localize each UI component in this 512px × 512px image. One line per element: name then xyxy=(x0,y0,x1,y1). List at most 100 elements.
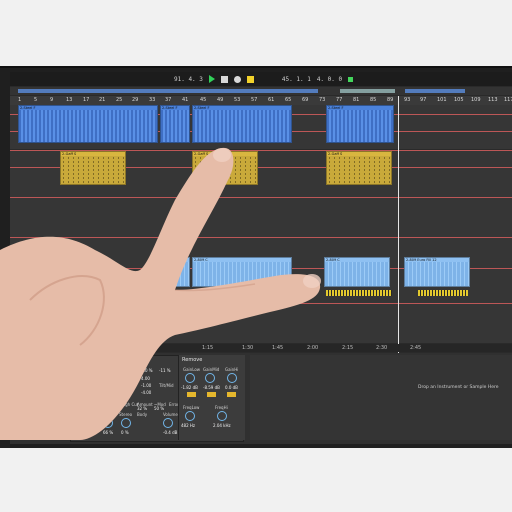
knob-label: Stereo xyxy=(119,412,133,417)
knob-label: GainHi xyxy=(225,367,239,372)
gain-mid-knob[interactable] xyxy=(205,373,215,383)
bar-number: 57 xyxy=(251,97,258,103)
monitor-bezel: 91. 4. 3 45. 1. 1 4. 0. 0 1 5 9 13 17 21… xyxy=(0,66,512,448)
param-value: 50 % xyxy=(154,406,165,411)
beat-ruler[interactable]: 1 5 9 13 17 21 25 29 33 37 41 45 49 53 5… xyxy=(10,96,512,105)
tilt-label: Tilt/Mid xyxy=(159,383,174,388)
time-label: 2:30 xyxy=(376,345,388,351)
song-position[interactable]: 91. 4. 3 xyxy=(174,76,203,83)
bar-number: 81 xyxy=(353,97,360,103)
loop-start-position[interactable]: 45. 1. 1 xyxy=(282,76,311,83)
arrangement-overview[interactable] xyxy=(10,87,512,95)
play-icon[interactable] xyxy=(208,75,215,83)
audio-clip[interactable]: 2-Steel F xyxy=(160,105,190,143)
audio-clip[interactable]: 2-Steel F xyxy=(18,105,158,143)
gain-hi-knob[interactable] xyxy=(227,373,237,383)
automation-line[interactable] xyxy=(10,303,512,304)
param-value: 32 % xyxy=(137,406,148,411)
freq-hi-knob[interactable] xyxy=(217,411,227,421)
bar-number: 85 xyxy=(370,97,377,103)
record-icon[interactable] xyxy=(233,75,241,83)
midi-clip[interactable]: 2-Gaff S xyxy=(192,151,258,185)
audio-clip[interactable]: 2-Steel F xyxy=(326,105,394,143)
audio-clip[interactable]: 2-809 Euro Fill 12 xyxy=(404,257,470,287)
drop-hint: Drop an Instrument or Sample Here xyxy=(418,385,499,390)
audio-clip[interactable]: 2-809 C xyxy=(192,257,292,287)
param-value: -8.59 dB xyxy=(203,385,220,390)
device-view[interactable]: -10 % -11 % 4.00 -1.00 -4.00 Tilt/Mid Lo… xyxy=(10,353,512,444)
arrangement-view[interactable]: 2-Steel F 2-Steel F 2-Steel F 2-Steel F … xyxy=(10,105,512,343)
volume-knob[interactable] xyxy=(163,418,173,428)
knob-label: Volume xyxy=(163,412,178,417)
stop-icon[interactable] xyxy=(220,75,228,83)
overview-clip-region xyxy=(18,89,318,93)
time-label: 2:45 xyxy=(410,345,422,351)
param-value[interactable]: -10 % xyxy=(141,368,153,373)
bar-number: 69 xyxy=(302,97,309,103)
time-label: 2:00 xyxy=(307,345,319,351)
param-value[interactable]: 4.00 xyxy=(141,376,150,381)
knob-label: FreqHi xyxy=(215,405,228,410)
midi-clip[interactable]: 2-Gaff S xyxy=(60,151,126,185)
time-ruler[interactable]: 1:15 1:30 1:45 2:00 2:15 2:30 2:45 xyxy=(10,344,512,352)
bar-number: 9 xyxy=(50,97,54,103)
automation-line[interactable] xyxy=(10,197,512,198)
param-value: 66 % xyxy=(103,430,114,435)
playhead[interactable] xyxy=(398,96,399,386)
gain-low-knob[interactable] xyxy=(185,373,195,383)
bar-number: 105 xyxy=(454,97,464,103)
daw-screen: 91. 4. 3 45. 1. 1 4. 0. 0 1 5 9 13 17 21… xyxy=(10,72,512,444)
low-cut-knob[interactable] xyxy=(103,418,113,428)
bar-number: 17 xyxy=(83,97,90,103)
bar-number: 93 xyxy=(404,97,411,103)
high-cut-knob[interactable] xyxy=(121,418,131,428)
bar-number: 113 xyxy=(488,97,498,103)
time-label: 1:30 xyxy=(242,345,254,351)
audio-clip[interactable]: 2-809 C xyxy=(324,257,390,287)
band-toggle[interactable] xyxy=(227,392,236,397)
bar-number: 29 xyxy=(132,97,139,103)
bar-number: 97 xyxy=(420,97,427,103)
knob-label: GainLow xyxy=(183,367,201,372)
audio-clip[interactable]: 2-Steel F xyxy=(192,105,292,143)
audio-clip[interactable]: 2-809 C xyxy=(160,257,190,287)
instrument-drop-zone[interactable]: Drop an Instrument or Sample Here xyxy=(250,355,512,440)
knob-label: Low Cut xyxy=(101,402,118,407)
bar-number: 13 xyxy=(66,97,73,103)
bar-number: 117 xyxy=(504,97,512,103)
param-value: 482 Hz xyxy=(181,423,196,428)
overdub-icon[interactable] xyxy=(246,75,254,83)
param-value: 0.0 dB xyxy=(225,385,238,390)
param-value: 0 % xyxy=(121,430,129,435)
midi-note-strip[interactable] xyxy=(326,290,392,296)
bar-number: 49 xyxy=(217,97,224,103)
param-value[interactable]: -1.00 xyxy=(141,383,151,388)
midi-clip[interactable]: 2-Gaff S xyxy=(326,151,392,185)
bar-number: 5 xyxy=(34,97,38,103)
bar-number: 53 xyxy=(234,97,241,103)
band-toggle[interactable] xyxy=(207,392,216,397)
midi-note-strip[interactable] xyxy=(140,290,290,296)
photo-background: 91. 4. 3 45. 1. 1 4. 0. 0 1 5 9 13 17 21… xyxy=(0,0,512,512)
midi-note-strip[interactable] xyxy=(418,290,468,296)
overview-clip-region xyxy=(405,89,465,93)
time-label: 1:45 xyxy=(272,345,284,351)
bar-number: 77 xyxy=(336,97,343,103)
band-toggle[interactable] xyxy=(187,392,196,397)
remove-eq-device[interactable]: Remove GainLow GainMid GainHi -1.82 dB -… xyxy=(178,355,245,440)
automation-line[interactable] xyxy=(10,237,512,238)
transport-bar: 91. 4. 3 45. 1. 1 4. 0. 0 xyxy=(10,72,512,86)
time-label: 2:15 xyxy=(342,345,354,351)
param-value[interactable]: -4.00 xyxy=(141,390,151,395)
bar-number: 45 xyxy=(200,97,207,103)
param-value: 2.04 kHz xyxy=(213,423,231,428)
knob-label: High Cut xyxy=(121,402,139,407)
device-title[interactable]: Remove xyxy=(179,355,245,365)
param-value: -1.82 dB xyxy=(181,385,198,390)
freq-low-knob[interactable] xyxy=(185,411,195,421)
loop-length[interactable]: 4. 0. 0 xyxy=(317,76,342,83)
bar-number: 109 xyxy=(471,97,481,103)
param-value[interactable]: -11 % xyxy=(159,368,171,373)
time-label: 1:15 xyxy=(202,345,214,351)
overview-clip-region xyxy=(340,89,395,93)
